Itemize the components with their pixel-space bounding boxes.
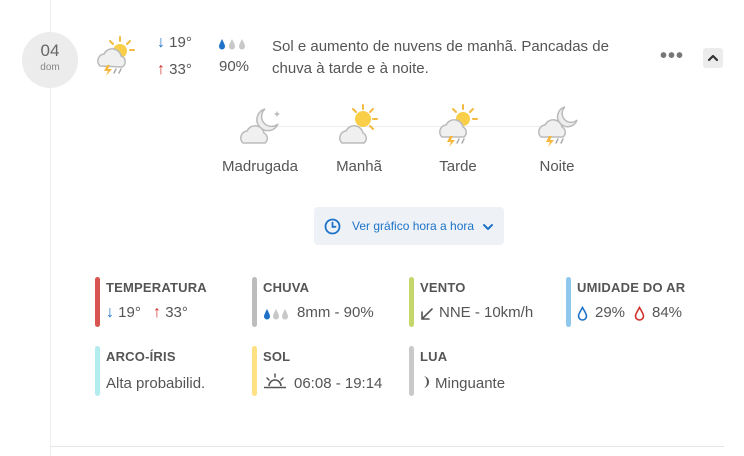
wind-direction-arrow-icon: [421, 308, 433, 320]
wind-card: VENTO NNE - 10km/h: [409, 277, 559, 327]
more-options-button[interactable]: •••: [660, 45, 684, 68]
card-title: ARCO-ÍRIS: [106, 349, 176, 364]
arrow-up-icon: ↑: [153, 304, 162, 321]
card-accent-bar: [409, 346, 414, 396]
min-temp: 19°: [169, 34, 192, 51]
sun-value: 06:08 - 19:14: [294, 375, 383, 392]
raindrops-icon: [264, 309, 288, 320]
rainbow-value: Alta probabilid.: [106, 375, 206, 392]
sun-cloud-thunder-icon: [436, 103, 482, 147]
rainbow-card: ARCO-ÍRIS Alta probabilid.: [95, 346, 245, 396]
hourly-chart-label: Ver gráfico hora a hora: [352, 219, 475, 233]
drop-outline-blue-icon: [577, 306, 588, 321]
card-accent-bar: [252, 277, 257, 327]
drop-outline-red-icon: [634, 306, 645, 321]
temperature-card: TEMPERATURA ↓ 19° ↑ 33°: [95, 277, 235, 327]
periods-connector: [262, 126, 562, 127]
sun-cloud-icon: [336, 103, 382, 147]
raindrops-icon: [218, 38, 248, 50]
date-weekday: dom: [40, 62, 60, 73]
forecast-summary: Sol e aumento de nuvens de manhã. Pancad…: [272, 38, 609, 77]
min-temp: 19°: [118, 304, 141, 321]
humidity-card: UMIDADE DO AR 29% 84%: [566, 277, 726, 327]
card-accent-bar: [566, 277, 571, 327]
waning-moon-icon: [423, 376, 429, 388]
collapse-button[interactable]: [703, 48, 723, 68]
moon-value: Minguante: [435, 375, 506, 392]
hourly-chart-button[interactable]: Ver gráfico hora a hora: [314, 207, 504, 245]
wind-value: NNE - 10km/h: [439, 304, 534, 321]
period-label-manha: Manhã: [336, 158, 382, 175]
moon-cloud-thunder-icon: [535, 103, 581, 147]
card-title: SOL: [263, 349, 291, 364]
chevron-up-icon: [707, 54, 719, 62]
sunrise-icon: [264, 373, 286, 389]
clock-icon: [324, 218, 341, 235]
moon-cloud-icon: [237, 103, 283, 147]
humidity-max: 84%: [652, 304, 683, 321]
max-temp: 33°: [169, 61, 192, 78]
card-accent-bar: [95, 346, 100, 396]
max-temp: 33°: [165, 304, 188, 321]
date-badge: 04 dom: [22, 32, 78, 88]
arrow-down-icon: ↓: [157, 34, 165, 51]
moon-card: LUA Minguante: [409, 346, 559, 396]
max-temp-row: ↑ 33°: [157, 61, 192, 79]
chevron-down-icon: [483, 224, 493, 230]
card-accent-bar: [409, 277, 414, 327]
card-accent-bar: [252, 346, 257, 396]
bottom-divider: [50, 446, 724, 447]
card-title: CHUVA: [263, 280, 310, 295]
humidity-min: 29%: [595, 304, 626, 321]
period-label-tarde: Tarde: [439, 158, 477, 175]
arrow-up-icon: ↑: [157, 61, 165, 78]
card-title: VENTO: [420, 280, 466, 295]
precip-probability: 90%: [219, 58, 250, 75]
card-title: TEMPERATURA: [106, 280, 207, 295]
sun-cloud-rain-thunder-icon: [92, 34, 138, 78]
card-title: LUA: [420, 349, 448, 364]
card-title: UMIDADE DO AR: [577, 280, 686, 295]
rain-card: CHUVA 8mm - 90%: [252, 277, 392, 327]
period-label-noite: Noite: [539, 158, 575, 175]
arrow-down-icon: ↓: [106, 304, 114, 321]
period-label-madrugada: Madrugada: [222, 158, 298, 175]
rain-value: 8mm - 90%: [297, 304, 374, 321]
card-accent-bar: [95, 277, 100, 327]
min-temp-row: ↓ 19°: [157, 34, 192, 52]
sun-card: SOL 06:08 - 19:14: [252, 346, 402, 396]
date-day: 04: [40, 41, 60, 60]
temperature-values: ↓ 19° ↑ 33°: [106, 304, 188, 322]
